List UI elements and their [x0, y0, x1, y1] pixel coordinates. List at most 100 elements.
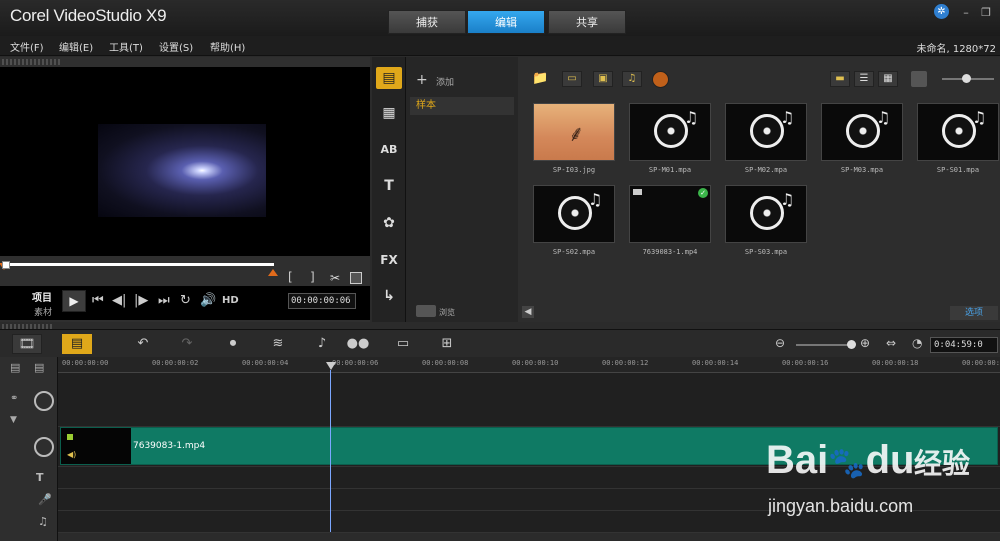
browse-label[interactable]: 浏览 — [439, 307, 455, 318]
project-duration-icon[interactable]: ◔ — [912, 336, 922, 350]
ruler-tick: 00:00:00:10 — [512, 359, 559, 367]
enlarge-preview-icon[interactable] — [350, 272, 362, 284]
show-videos-icon[interactable]: ▭ — [562, 71, 582, 87]
add-folder-label[interactable]: 添加 — [436, 75, 454, 88]
project-duration: 0:04:59:0 — [930, 337, 998, 353]
filter-icon[interactable]: FX — [376, 249, 402, 271]
transition-icon[interactable]: AB — [376, 139, 402, 161]
folder-sample[interactable]: 样本 — [410, 97, 514, 115]
media-filter-icon[interactable] — [652, 71, 669, 88]
media-icon[interactable]: ▤ — [376, 67, 402, 89]
storyboard-view-icon[interactable]: 🎞 — [12, 334, 42, 354]
show-audio-icon[interactable]: ♫ — [622, 71, 642, 87]
playhead-marker[interactable] — [326, 362, 336, 370]
ruler-tick: 00:00:00:12 — [602, 359, 649, 367]
tab-capture[interactable]: 捕获 — [388, 10, 466, 34]
audio-disc-icon — [750, 196, 784, 230]
sort-icon[interactable] — [911, 71, 927, 87]
help-globe-icon[interactable]: ✲ — [934, 4, 949, 19]
view-thumbnails-icon[interactable]: ▦ — [878, 71, 898, 87]
scrubber-bar[interactable] — [2, 263, 274, 266]
library-item-name: SP-M03.mpa — [840, 166, 884, 174]
record-capture-icon[interactable]: ⏺ — [218, 334, 248, 354]
menu-tools[interactable]: 工具(T) — [109, 39, 143, 54]
mark-in-button[interactable]: [ — [288, 270, 293, 284]
show-photos-icon[interactable]: ▣ — [593, 71, 613, 87]
auto-music-icon[interactable]: ♪ — [307, 334, 337, 354]
restore-button[interactable]: ❐ — [978, 6, 994, 20]
hd-preview-button[interactable]: HD — [222, 295, 239, 306]
multi-camera-icon[interactable]: ⊞ — [432, 334, 462, 354]
playhead-line[interactable] — [330, 370, 331, 532]
thumbnail-size-thumb[interactable] — [962, 74, 971, 83]
track-manager-icon[interactable]: ▤ — [10, 361, 20, 374]
minimize-button[interactable]: – — [958, 6, 974, 20]
menu-help[interactable]: 帮助(H) — [210, 39, 245, 54]
library-item-name: SP-S03.mpa — [744, 248, 788, 256]
mark-out-button[interactable]: ] — [310, 270, 315, 284]
go-to-end-icon[interactable]: ⏭ — [158, 293, 170, 309]
menu-settings[interactable]: 设置(S) — [159, 39, 193, 54]
path-icon[interactable]: ↳ — [376, 285, 402, 307]
undo-icon[interactable]: ↶ — [128, 334, 158, 354]
menu-edit[interactable]: 编辑(E) — [59, 39, 93, 54]
ripple-edit-icon[interactable]: ⚭ — [10, 393, 18, 404]
motion-tracking-icon[interactable]: ●● — [343, 334, 373, 354]
audio-thumbnail: ♫ — [725, 103, 807, 161]
title-icon[interactable]: T — [376, 175, 402, 197]
music-note-icon: ♫ — [780, 190, 795, 209]
volume-icon[interactable]: 🔊 — [200, 293, 216, 309]
tab-share[interactable]: 共享 — [548, 10, 626, 34]
library-item-name: SP-S02.mpa — [552, 248, 596, 256]
zoom-in-icon[interactable]: ⊕ — [860, 336, 870, 350]
timeline-toolbar: 🎞 ▤ ↶ ↷ ⏺ ≋ ♪ ●● ▭ ⊞ ⊖ ⊕ ⇔ ◔ 0:04:59:0 — [0, 329, 1000, 357]
view-details-icon[interactable]: ☰ — [854, 71, 874, 87]
player-panel: [ ] ✂ 项目 素材 ▶ ⏮ ◀| |▶ ⏭ ↻ 🔊 HD 00:00:00:… — [0, 57, 370, 322]
video-track[interactable] — [58, 373, 1000, 427]
library-item-name: SP-S01.mpa — [936, 166, 980, 174]
subtitle-editor-icon[interactable]: ▭ — [388, 334, 418, 354]
ripple-dropdown-icon[interactable]: ▼ — [10, 415, 17, 425]
menu-bar: 文件(F) 编辑(E) 工具(T) 设置(S) 帮助(H) 未命名, 1280*… — [0, 36, 1000, 56]
mode-project[interactable]: 项目 — [32, 289, 52, 304]
split-clip-scissors-icon[interactable]: ✂ — [330, 271, 340, 285]
panel-grip[interactable] — [2, 59, 62, 65]
browse-icon[interactable] — [416, 305, 436, 317]
next-frame-icon[interactable]: |▶ — [134, 293, 148, 309]
clip-audio-badge-icon: ◀) — [67, 450, 77, 459]
video-badge-icon — [633, 189, 642, 195]
music-note-icon: ♫ — [780, 108, 795, 127]
zoom-out-icon[interactable]: ⊖ — [775, 336, 785, 350]
scrub-thumb[interactable] — [2, 261, 10, 269]
audio-disc-icon — [750, 114, 784, 148]
video-track-icon — [34, 391, 54, 411]
preview-frame — [98, 124, 266, 217]
zoom-slider-thumb[interactable] — [847, 340, 856, 349]
chapter-point-icon[interactable]: ▤ — [34, 361, 44, 374]
ruler-tick: 00:00:00:06 — [332, 359, 379, 367]
timecode-field[interactable]: 00:00:00:06 — [288, 293, 356, 309]
open-folder-icon[interactable]: 📁 — [532, 71, 548, 86]
add-folder-icon[interactable]: + — [416, 72, 428, 88]
menu-file[interactable]: 文件(F) — [10, 39, 44, 54]
graphic-icon[interactable]: ✿ — [376, 212, 402, 234]
mode-clip[interactable]: 素材 — [34, 305, 52, 318]
tab-edit[interactable]: 编辑 — [467, 10, 545, 34]
play-button[interactable]: ▶ — [62, 290, 86, 312]
view-list-icon[interactable]: ▬ — [830, 71, 850, 87]
go-to-start-icon[interactable]: ⏮ — [92, 293, 104, 309]
zoom-slider[interactable] — [796, 344, 854, 346]
timeline-view-icon[interactable]: ▤ — [62, 334, 92, 354]
options-button[interactable]: 选项 — [950, 306, 998, 320]
audio-disc-icon — [846, 114, 880, 148]
trim-end-handle[interactable] — [268, 269, 278, 276]
sound-mixer-icon[interactable]: ≋ — [263, 334, 293, 354]
timeline-ruler[interactable]: 00:00:00:00 00:00:00:02 00:00:00:04 00:00:0… — [58, 357, 1000, 373]
audio-disc-icon — [558, 196, 592, 230]
instant-project-icon[interactable]: ▦ — [376, 102, 402, 124]
scroll-left-icon[interactable]: ◀ — [522, 306, 534, 318]
fit-project-icon[interactable]: ⇔ — [886, 336, 896, 350]
previous-frame-icon[interactable]: ◀| — [112, 293, 126, 309]
redo-icon[interactable]: ↷ — [172, 334, 202, 354]
repeat-icon[interactable]: ↻ — [180, 293, 191, 309]
